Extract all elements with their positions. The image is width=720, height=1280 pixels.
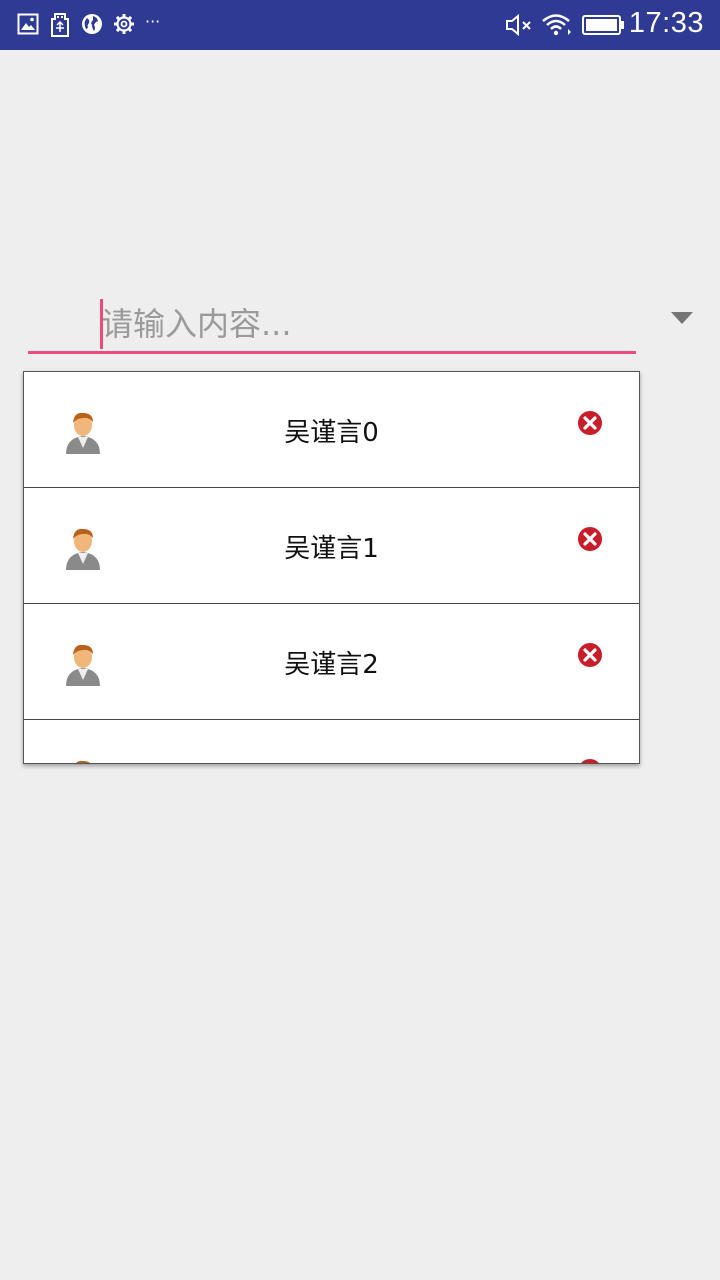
- delete-icon[interactable]: [577, 758, 603, 764]
- text-cursor: [100, 299, 103, 349]
- list-item-label: 吴谨言2: [284, 650, 379, 680]
- mute-icon: [506, 14, 531, 36]
- overflow-indicator: ···: [145, 12, 161, 31]
- delete-icon[interactable]: [577, 642, 603, 668]
- dropdown-arrow-icon[interactable]: [671, 312, 693, 324]
- image-icon: [17, 13, 39, 35]
- delete-icon[interactable]: [577, 526, 603, 552]
- input-underline: [28, 351, 636, 354]
- search-input[interactable]: [101, 300, 621, 348]
- list-item-label: 吴谨言1: [284, 534, 379, 564]
- gear-icon: [114, 14, 134, 34]
- search-row: [28, 296, 636, 356]
- clock: 17:33: [628, 7, 704, 39]
- list-item-label: 吴谨言0: [284, 418, 379, 448]
- list-item[interactable]: 吴谨言1: [24, 488, 639, 604]
- list-item[interactable]: 吴谨言0: [24, 372, 639, 488]
- globe-icon: [82, 14, 102, 34]
- list-item[interactable]: 吴谨言2: [24, 604, 639, 720]
- usb-icon: [51, 13, 69, 37]
- battery-icon: [582, 15, 624, 35]
- dropdown-popup: 吴谨言0 吴谨言1 吴谨言2: [23, 371, 640, 764]
- list-item[interactable]: [24, 720, 639, 764]
- user-avatar-icon: [76, 760, 91, 763]
- status-bar: ··· 17:33: [0, 0, 720, 50]
- delete-icon[interactable]: [577, 410, 603, 436]
- wifi-icon: [542, 14, 571, 36]
